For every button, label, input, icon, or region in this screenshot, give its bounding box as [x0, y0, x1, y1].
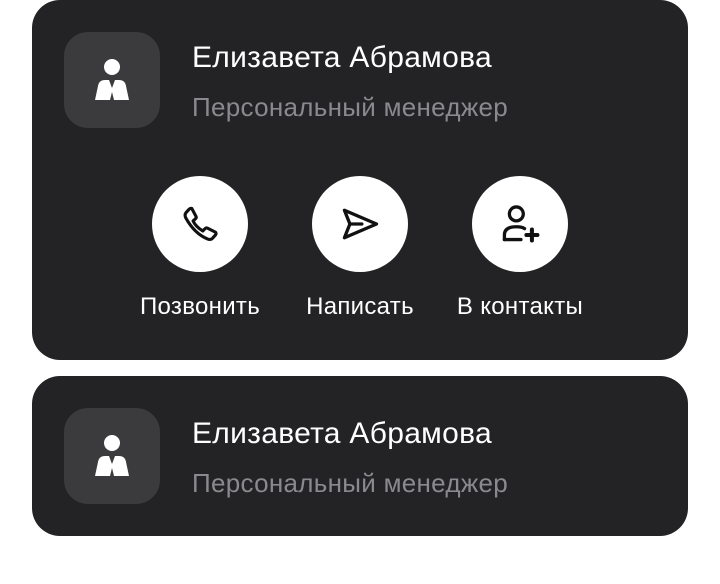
- manager-role: Персональный менеджер: [192, 92, 509, 122]
- avatar: [64, 32, 160, 128]
- write-button-circle[interactable]: [312, 176, 408, 272]
- phone-icon: [183, 206, 218, 242]
- manager-name: Елизавета Абрамова: [192, 41, 492, 74]
- avatar: [64, 408, 160, 504]
- add-contact-icon: [502, 205, 540, 243]
- write-button[interactable]: Написать: [280, 176, 440, 326]
- manager-name: Елизавета Абрамова: [192, 417, 492, 450]
- add-contact-label: В контакты: [456, 293, 584, 320]
- send-icon: [342, 208, 379, 240]
- add-contact-button-circle[interactable]: [472, 176, 568, 272]
- action-row: Позвонить Написать В контакты: [32, 176, 688, 336]
- call-button-circle[interactable]: [152, 176, 248, 272]
- person-icon: [95, 59, 129, 100]
- manager-card-expanded: Елизавета Абрамова Персональный менеджер…: [32, 0, 688, 360]
- manager-card-compact[interactable]: Елизавета Абрамова Персональный менеджер: [32, 376, 688, 536]
- manager-role: Персональный менеджер: [192, 468, 509, 498]
- call-button[interactable]: Позвонить: [120, 176, 280, 326]
- person-icon: [95, 435, 129, 476]
- add-contact-button[interactable]: В контакты: [440, 176, 600, 326]
